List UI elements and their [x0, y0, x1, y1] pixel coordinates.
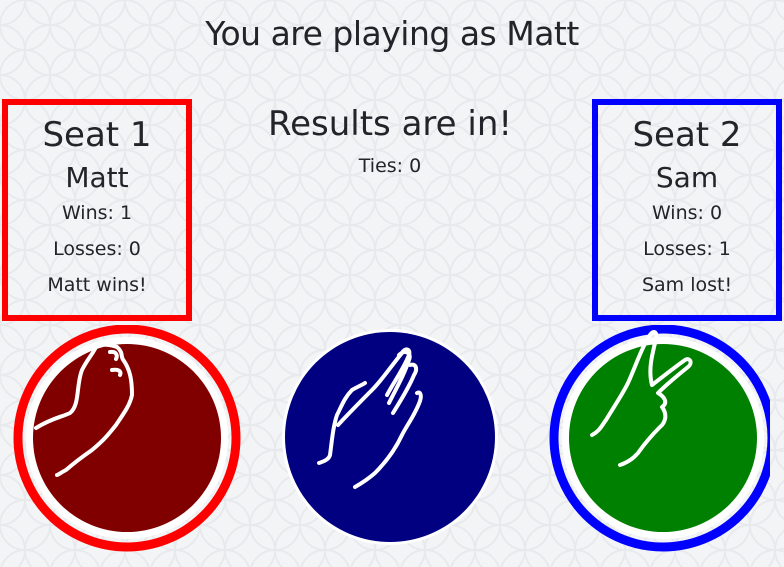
seat-2-player-name: Sam [655, 161, 719, 194]
results-title: Results are in! [268, 104, 512, 144]
ties-count: Ties: 0 [358, 155, 422, 177]
seat-2-losses: Losses: 1 [643, 238, 731, 260]
seat-1-result: Matt wins! [47, 274, 147, 296]
page-title: You are playing as Matt [205, 14, 579, 53]
seat-2-result: Sam lost! [641, 274, 733, 296]
seat-2-wins: Wins: 0 [651, 202, 723, 224]
paper-choice-button[interactable] [277, 325, 503, 551]
seat-1-wins: Wins: 1 [61, 202, 133, 224]
rock-choice-button[interactable] [12, 325, 242, 555]
results-panel: Results are in! Ties: 0 [230, 103, 550, 177]
scissors-choice-button[interactable] [540, 325, 770, 555]
seat-1-player-name: Matt [65, 161, 129, 194]
seat-2-panel: Seat 2 Sam Wins: 0 Losses: 1 Sam lost! [592, 99, 782, 321]
seat-1-panel: Seat 1 Matt Wins: 1 Losses: 0 Matt wins! [2, 99, 192, 321]
seat-2-title: Seat 2 [632, 115, 742, 155]
seat-1-title: Seat 1 [42, 115, 152, 155]
seat-1-losses: Losses: 0 [53, 238, 141, 260]
